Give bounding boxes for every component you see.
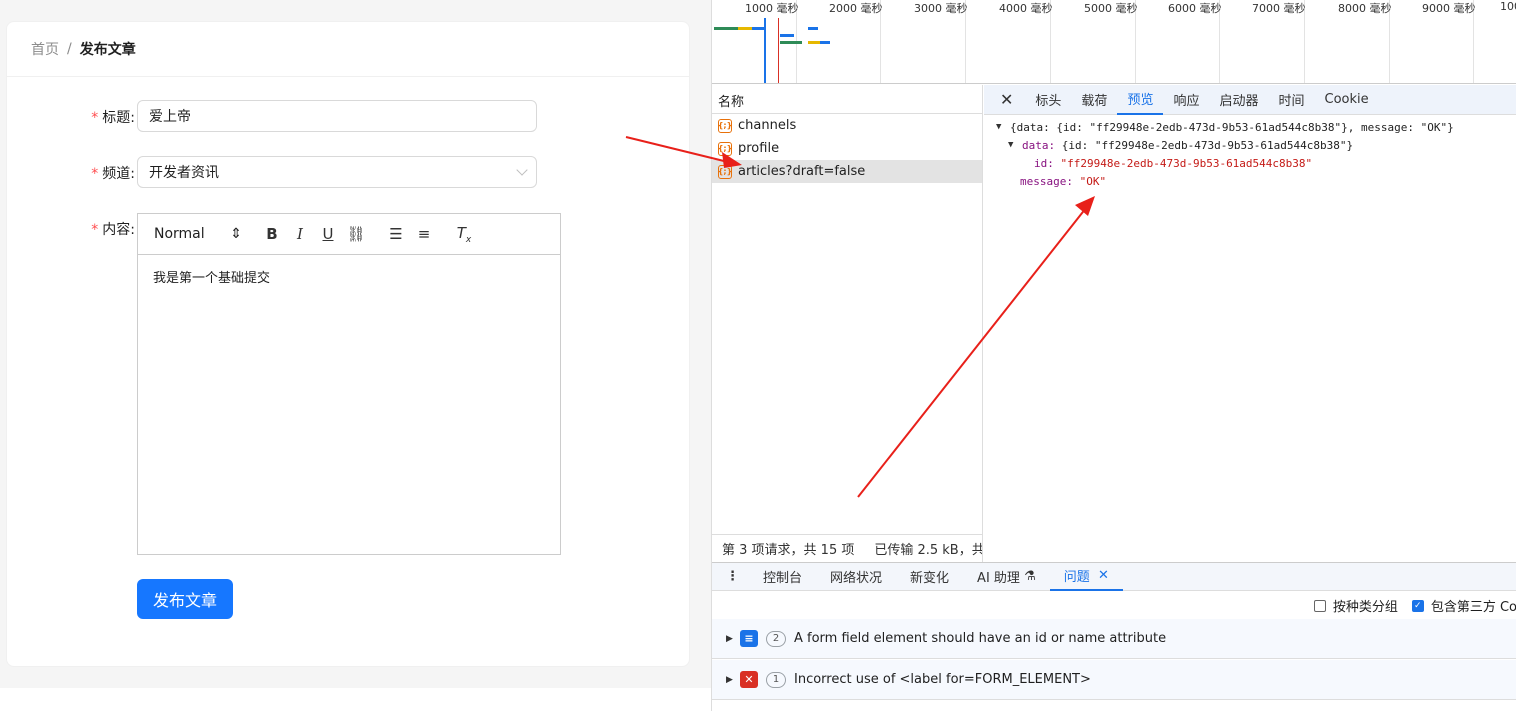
more-icon[interactable]: ⋮ [712, 562, 749, 591]
expand-triangle-icon: ▼ [996, 122, 1002, 132]
tab-preview[interactable]: 预览 [1117, 85, 1164, 115]
waterfall-bar [780, 41, 802, 44]
link-icon[interactable]: ⛓ [342, 225, 370, 243]
bullet-list-icon[interactable]: ≡ [410, 225, 438, 243]
json-icon: {;} [718, 141, 732, 156]
include-third-party-label: 包含第三方 Co [1430, 600, 1516, 615]
chevron-down-icon [516, 164, 528, 176]
json-icon: {;} [718, 118, 732, 133]
timeline-tick: 5000 毫秒 [1084, 2, 1138, 15]
tab-timing[interactable]: 时间 [1268, 85, 1314, 115]
breadcrumb-home[interactable]: 首页 [31, 39, 59, 59]
request-row[interactable]: {;} channels [712, 114, 982, 137]
detail-tabs: ✕ 标头 载荷 预览 响应 启动器 时间 Cookie [984, 85, 1516, 115]
error-icon: ✕ [740, 671, 758, 688]
italic-icon[interactable]: I [286, 225, 314, 243]
network-timeline[interactable]: 1000 毫秒 2000 毫秒 3000 毫秒 4000 毫秒 5000 毫秒 … [712, 0, 1516, 84]
group-by-kind-label: 按种类分组 [1332, 600, 1398, 615]
format-select[interactable]: Normal ⇕ [154, 226, 242, 242]
timeline-tick: 100 [1500, 0, 1516, 13]
clear-format-icon[interactable]: Tx [450, 224, 478, 245]
ordered-list-icon[interactable]: ☰ [382, 225, 410, 243]
bold-icon[interactable]: B [258, 225, 286, 243]
tab-payload[interactable]: 载荷 [1071, 85, 1117, 115]
expand-triangle-icon: ▶ [726, 633, 733, 644]
timeline-tick: 4000 毫秒 [999, 2, 1053, 15]
expand-triangle-icon: ▶ [726, 674, 733, 685]
devtools-panel: 1000 毫秒 2000 毫秒 3000 毫秒 4000 毫秒 5000 毫秒 … [711, 0, 1516, 711]
tab-initiator[interactable]: 启动器 [1209, 85, 1268, 115]
waterfall-bar [714, 27, 738, 30]
json-data-line[interactable]: ▼ data: {id: "ff29948e-2edb-473d-9b53-61a… [984, 136, 1516, 154]
request-row-selected[interactable]: {;} articles?draft=false [712, 160, 982, 183]
issue-row[interactable]: ▶ ≡ 2 A form field element should have a… [712, 619, 1516, 659]
channel-label: * 频道: [91, 166, 135, 182]
issue-row[interactable]: ▶ ✕ 1 Incorrect use of <label for=FORM_E… [712, 660, 1516, 700]
timeline-tick: 2000 毫秒 [829, 2, 883, 15]
title-label: * 标题: [91, 110, 135, 126]
editor-content[interactable]: 我是第一个基础提交 [138, 255, 560, 298]
screen: 首页 / 发布文章 * 标题: 爱上帝 * 频道: 开发者资讯 * 内容: Norma… [0, 0, 1516, 711]
content-label: * 内容: [91, 222, 135, 238]
request-row[interactable]: {;} profile [712, 137, 982, 160]
timeline-tick: 8000 毫秒 [1338, 2, 1392, 15]
updown-icon: ⇕ [230, 226, 242, 242]
issue-count: 1 [766, 671, 786, 688]
json-preview: ▼ {data: {id: "ff29948e-2edb-473d-9b53-61… [984, 118, 1516, 190]
json-id-line: id: "ff29948e-2edb-473d-9b53-61ad544c8b3… [1034, 156, 1313, 170]
json-message-line: message: "OK" [1020, 174, 1107, 188]
title-input[interactable]: 爱上帝 [137, 100, 537, 132]
editor-toolbar: Normal ⇕ B I U ⛓ ☰ ≡ Tx [138, 214, 560, 255]
network-summary: 第 3 项请求，共 15 项 已传输 2.5 kB，共 [712, 534, 983, 562]
timeline-tick: 9000 毫秒 [1422, 2, 1476, 15]
underline-icon[interactable]: U [314, 225, 342, 243]
group-by-kind-checkbox[interactable] [1313, 599, 1326, 612]
issues-toolbar: 按种类分组 ✓ 包含第三方 Co [712, 591, 1516, 621]
close-icon[interactable]: ✕ [984, 90, 1025, 109]
waterfall-bar [752, 27, 764, 30]
tab-cookies[interactable]: Cookie [1315, 85, 1379, 115]
issue-text: A form field element should have an id o… [794, 631, 1167, 646]
close-icon[interactable]: ✕ [1098, 568, 1109, 583]
tab-console[interactable]: 控制台 [749, 562, 816, 591]
waterfall-bar [808, 41, 820, 44]
channel-select[interactable]: 开发者资讯 [137, 156, 537, 188]
tab-ai-assistant[interactable]: AI 助理 ⚗ [963, 562, 1050, 591]
rich-text-editor: Normal ⇕ B I U ⛓ ☰ ≡ Tx 我是第一个基础提交 [137, 213, 561, 555]
waterfall-bar [738, 27, 752, 30]
timeline-tick: 1000 毫秒 [745, 2, 799, 15]
json-root-line[interactable]: ▼ {data: {id: "ff29948e-2edb-473d-9b53-61… [984, 118, 1516, 136]
publish-button[interactable]: 发布文章 [137, 579, 233, 619]
waterfall-bar [780, 34, 794, 37]
tab-headers[interactable]: 标头 [1025, 85, 1071, 115]
timeline-tick: 7000 毫秒 [1252, 2, 1306, 15]
issue-count: 2 [766, 630, 786, 647]
breadcrumb: 首页 / 发布文章 [7, 22, 689, 77]
publish-article-app: 首页 / 发布文章 * 标题: 爱上帝 * 频道: 开发者资讯 * 内容: Norma… [0, 0, 711, 688]
breadcrumb-separator: / [67, 41, 72, 57]
timeline-tick: 6000 毫秒 [1168, 2, 1222, 15]
drawer-tabs: ⋮ 控制台 网络状况 新变化 AI 助理 ⚗ 问题 ✕ [712, 562, 1516, 591]
issue-text: Incorrect use of <label for=FORM_ELEMENT… [794, 672, 1091, 687]
include-third-party-checkbox[interactable]: ✓ [1411, 599, 1424, 612]
timeline-tick: 3000 毫秒 [914, 2, 968, 15]
name-column-header[interactable]: 名称 [712, 85, 983, 114]
flask-icon: ⚗ [1024, 569, 1036, 584]
dom-content-loaded-line [764, 18, 766, 83]
breadcrumb-current: 发布文章 [79, 42, 136, 58]
load-line [778, 18, 779, 83]
tab-response[interactable]: 响应 [1163, 85, 1209, 115]
tab-whats-new[interactable]: 新变化 [896, 562, 963, 591]
tab-network-conditions[interactable]: 网络状况 [816, 562, 896, 591]
json-icon: {;} [718, 164, 732, 179]
message-icon: ≡ [740, 630, 758, 647]
request-list: {;} channels {;} profile {;} articles?dr… [712, 114, 983, 534]
waterfall-bar [808, 27, 818, 30]
waterfall-bar [820, 41, 830, 44]
publish-card: 首页 / 发布文章 * 标题: 爱上帝 * 频道: 开发者资讯 * 内容: Norma… [6, 21, 690, 667]
expand-triangle-icon: ▼ [1008, 140, 1014, 150]
tab-issues[interactable]: 问题 ✕ [1049, 562, 1123, 591]
